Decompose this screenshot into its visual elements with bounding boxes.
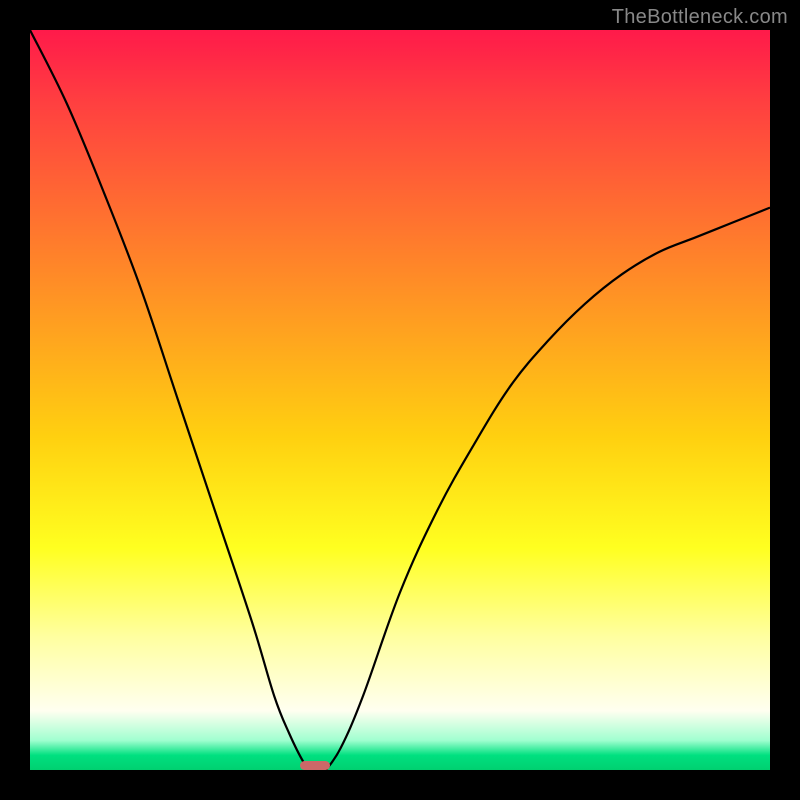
watermark-text: TheBottleneck.com	[612, 6, 788, 29]
plot-area	[30, 30, 770, 770]
optimal-marker	[300, 761, 330, 770]
